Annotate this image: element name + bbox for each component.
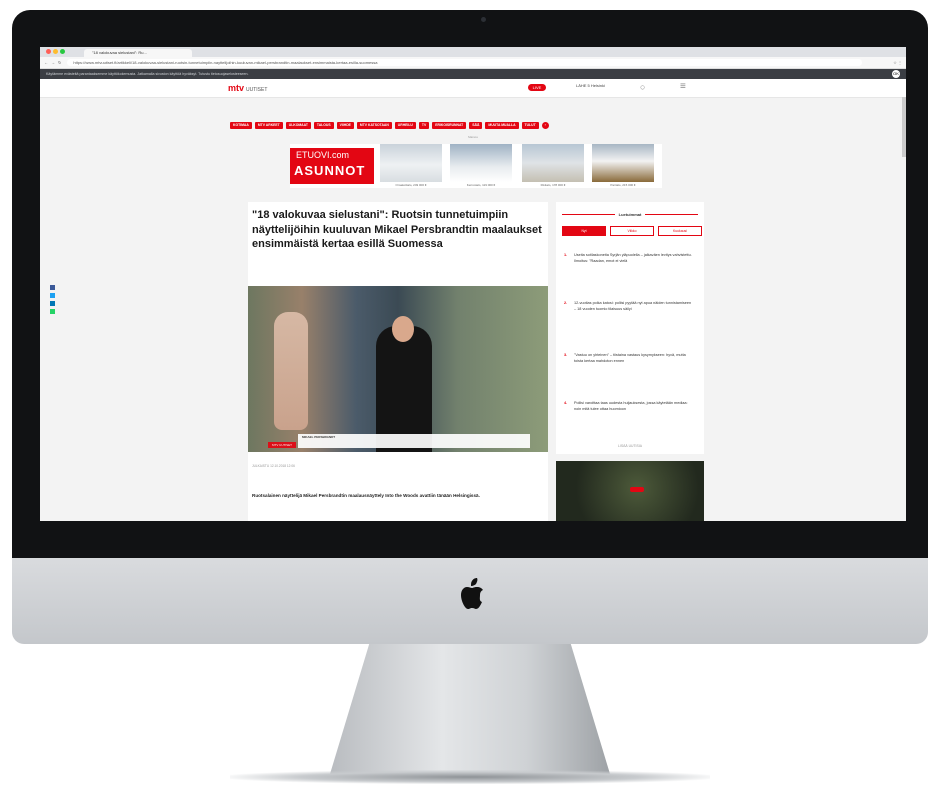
browser-screen: "18 valokuvaa sielustani": Ru... ← → ↻ h… bbox=[40, 47, 906, 521]
ad-house-thumb: Rivitalo, 178 000 € bbox=[522, 144, 584, 187]
most-read-item[interactable]: 3. "Vastuu on yhteinen" – tiistaina vasta… bbox=[564, 352, 694, 364]
lower-third: MIKAEL PERSBRANDT MTV UUTISET bbox=[268, 434, 530, 448]
logo-subtext: UUTISET bbox=[246, 87, 268, 93]
sidebar-heading: Luetuimmat bbox=[556, 212, 704, 217]
ad-caption: Omakotitalo, 249 000 € bbox=[395, 183, 427, 187]
share-bar bbox=[50, 285, 55, 317]
apple-logo-icon bbox=[461, 578, 483, 609]
browser-tab[interactable]: "18 valokuvaa sielustani": Ru... bbox=[84, 49, 192, 57]
nav-item[interactable]: MTV KATSOTAAN bbox=[356, 122, 392, 129]
ad-brand: ETUOVI.com ASUNNOT bbox=[290, 148, 374, 184]
nav-item[interactable]: TV bbox=[418, 122, 430, 129]
more-news-link[interactable]: LISÄÄ UUTISIA bbox=[556, 444, 704, 448]
facebook-icon[interactable] bbox=[50, 285, 55, 290]
imac-stand bbox=[330, 644, 610, 774]
item-text: "Vastuu on yhteinen" – tiistaina vastaus… bbox=[574, 353, 686, 363]
nav-item[interactable]: KOTIMAA bbox=[230, 122, 252, 129]
nav-next-icon[interactable]: › bbox=[541, 122, 549, 129]
category-nav: KOTIMAA MTV ARKEET ULKOMAAT TALOUS VIIHD… bbox=[230, 122, 549, 129]
item-number: 2. bbox=[564, 301, 568, 305]
cookie-ok-button[interactable]: OK bbox=[892, 70, 900, 78]
imac-mockup: "18 valokuvaa sielustani": Ru... ← → ↻ h… bbox=[0, 0, 940, 794]
most-read-sidebar: Luetuimmat Nyt Viikko Kuukausi 1. Useita … bbox=[556, 202, 704, 454]
nav-item[interactable]: URHEILU bbox=[394, 122, 416, 129]
item-number: 4. bbox=[564, 401, 568, 405]
address-bar-row: ← → ↻ https://www.mtvuutiset.fi/artikkel… bbox=[40, 57, 906, 69]
most-read-item[interactable]: 1. Useita sotilaskoneita Syrjän yläpuolel… bbox=[564, 252, 694, 264]
maximize-window-button[interactable] bbox=[60, 49, 65, 54]
window-controls bbox=[46, 49, 65, 54]
imac-stand-base bbox=[230, 770, 710, 784]
twitter-icon[interactable] bbox=[50, 293, 55, 298]
item-number: 3. bbox=[564, 353, 568, 357]
ad-house-thumb: Paritalo, 215 000 € bbox=[592, 144, 654, 187]
site-logo[interactable]: mtv UUTISET bbox=[228, 83, 267, 93]
cookie-text: Käytämme evästeitä parantaaksemme käyttö… bbox=[46, 72, 249, 76]
item-text: 12-vuotias poika katosi: poliisi pyytää … bbox=[574, 301, 692, 311]
nav-item[interactable]: SÄÄ bbox=[469, 122, 483, 129]
nav-item[interactable]: MTV ARKEET bbox=[254, 122, 283, 129]
most-read-item[interactable]: 4. Poliisi varoittaa taas uudesta huijauk… bbox=[564, 400, 694, 412]
browser-menu-icon[interactable]: ☆ ⋮ bbox=[862, 60, 906, 65]
lower-third-tag: MTV UUTISET bbox=[268, 442, 296, 448]
ad-house-thumb: Kerrostalo, 119 000 € bbox=[450, 144, 512, 187]
item-number: 1. bbox=[564, 253, 568, 257]
nav-item[interactable]: ULKOMAAT bbox=[285, 122, 311, 129]
close-window-button[interactable] bbox=[46, 49, 51, 54]
article-video[interactable]: MIKAEL PERSBRANDT MTV UUTISET bbox=[248, 286, 548, 452]
whatsapp-icon[interactable] bbox=[50, 309, 55, 314]
painting-figure bbox=[274, 312, 308, 430]
ad-caption: Kerrostalo, 119 000 € bbox=[466, 183, 496, 187]
linkedin-icon[interactable] bbox=[50, 301, 55, 306]
most-read-item[interactable]: 2. 12-vuotias poika katosi: poliisi pyytä… bbox=[564, 300, 694, 312]
nav-item[interactable]: ERIKOISRUNNAT bbox=[432, 122, 467, 129]
article-title: "18 valokuvaa sielustani": Ruotsin tunne… bbox=[252, 209, 542, 250]
site-header: mtv UUTISET LIVE LÄHE 5 Helsinki ○ ≡ bbox=[40, 79, 906, 98]
sidebar-heading-text: Luetuimmat bbox=[614, 212, 646, 217]
ad-caption: Paritalo, 215 000 € bbox=[610, 183, 636, 187]
item-text: Poliisi varoittaa taas uudesta huijaukse… bbox=[574, 401, 688, 411]
map-pin-icon bbox=[630, 487, 644, 492]
url-field[interactable]: https://www.mtvuutiset.fi/artikkeli/18-v… bbox=[67, 59, 862, 66]
article: "18 valokuvaa sielustani": Ruotsin tunne… bbox=[248, 202, 548, 521]
nav-item[interactable]: TALOUS bbox=[313, 122, 334, 129]
nav-item[interactable]: VIIHDE bbox=[336, 122, 354, 129]
tab-month[interactable]: Kuukausi bbox=[658, 226, 702, 236]
cookie-banner: Käytämme evästeitä parantaaksemme käyttö… bbox=[40, 69, 906, 79]
nav-item[interactable]: MUUTA MUALLA bbox=[485, 122, 519, 129]
ad-house-thumb: Omakotitalo, 249 000 € bbox=[380, 144, 442, 187]
search-icon[interactable]: ○ bbox=[640, 82, 645, 92]
ad-label: Mainos bbox=[468, 135, 478, 139]
weather-widget[interactable]: LÄHE 5 Helsinki bbox=[576, 83, 605, 88]
logo-text: mtv bbox=[228, 83, 245, 93]
back-icon[interactable]: ← bbox=[44, 60, 48, 65]
live-button[interactable]: LIVE bbox=[528, 84, 546, 91]
ad-caption: Rivitalo, 178 000 € bbox=[540, 183, 566, 187]
reload-icon[interactable]: ↻ bbox=[58, 60, 61, 65]
forward-icon[interactable]: → bbox=[51, 60, 55, 65]
menu-icon[interactable]: ≡ bbox=[680, 81, 686, 92]
scrollbar[interactable] bbox=[902, 97, 906, 157]
item-text: Useita sotilaskoneita Syrjän yläpuolella… bbox=[574, 253, 692, 263]
minimize-window-button[interactable] bbox=[53, 49, 58, 54]
browser-tab-strip: "18 valokuvaa sielustani": Ru... bbox=[40, 47, 906, 57]
nav-item[interactable]: TULUT bbox=[521, 122, 539, 129]
tab-now[interactable]: Nyt bbox=[562, 226, 606, 236]
lower-third-name: MIKAEL PERSBRANDT bbox=[302, 435, 336, 439]
article-meta: JULKAISTU 12.10.2018 12:06 bbox=[252, 464, 295, 468]
etuovi-ad-banner[interactable]: ETUOVI.com ASUNNOT Omakotitalo, 249 000 … bbox=[290, 144, 662, 188]
camera-icon bbox=[481, 17, 486, 22]
ad-brand-top: ETUOVI.com bbox=[296, 150, 350, 160]
article-lead: Ruotsalainen näyttelijä Mikael Persbrand… bbox=[252, 493, 480, 498]
tab-week[interactable]: Viikko bbox=[610, 226, 654, 236]
person-head bbox=[392, 316, 414, 342]
ad-brand-main: ASUNNOT bbox=[294, 163, 366, 178]
sidebar-tabs: Nyt Viikko Kuukausi bbox=[562, 226, 702, 236]
map-widget[interactable] bbox=[556, 461, 704, 521]
